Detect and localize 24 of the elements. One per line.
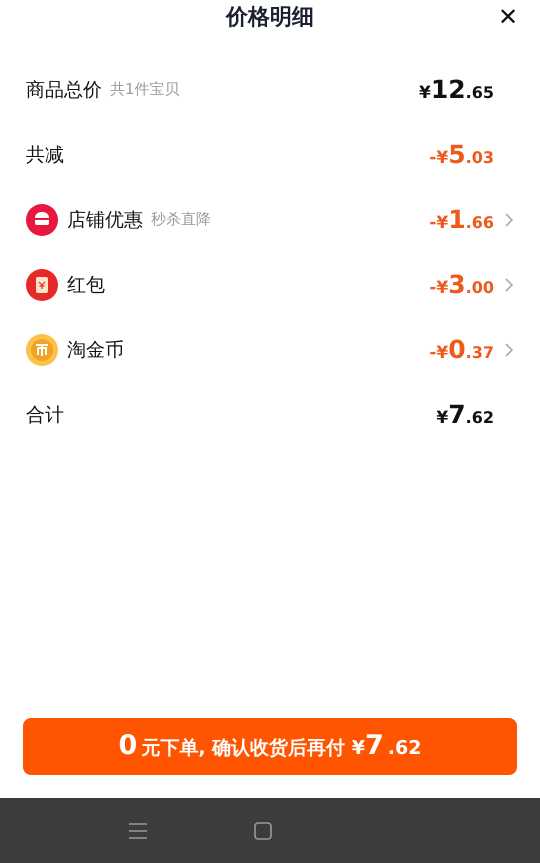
row-note: 共1件宝贝 [110,80,180,99]
envelope-icon [26,268,58,300]
chevron-right-icon[interactable] [504,276,514,292]
sheet-title: 价格明细 [226,4,314,32]
amount-text: ¥12.65 [419,75,494,104]
row-label: 合计 [26,402,64,428]
coin-icon [26,334,58,366]
chevron-right-icon[interactable] [504,342,514,358]
amount-text: ¥7.62 [436,400,494,429]
row-label: 淘金币 [67,338,124,362]
row-label: 共减 [26,142,64,168]
home-icon[interactable] [254,822,272,840]
shop-icon [26,204,58,236]
row-note: 秒杀直降 [151,210,211,229]
close-button[interactable]: ✕ [498,6,518,30]
chevron-right-icon[interactable] [504,212,514,228]
menu-icon[interactable] [128,822,148,840]
amount-text: -¥1.66 [429,205,494,234]
amount-text: -¥5.03 [429,140,494,169]
row-label: 商品总价 [26,78,102,102]
row-label: 红包 [67,272,105,298]
amount-text: -¥3.00 [429,270,494,299]
row-label: 店铺优惠 [67,208,143,232]
amount-text: -¥0.37 [429,335,494,364]
